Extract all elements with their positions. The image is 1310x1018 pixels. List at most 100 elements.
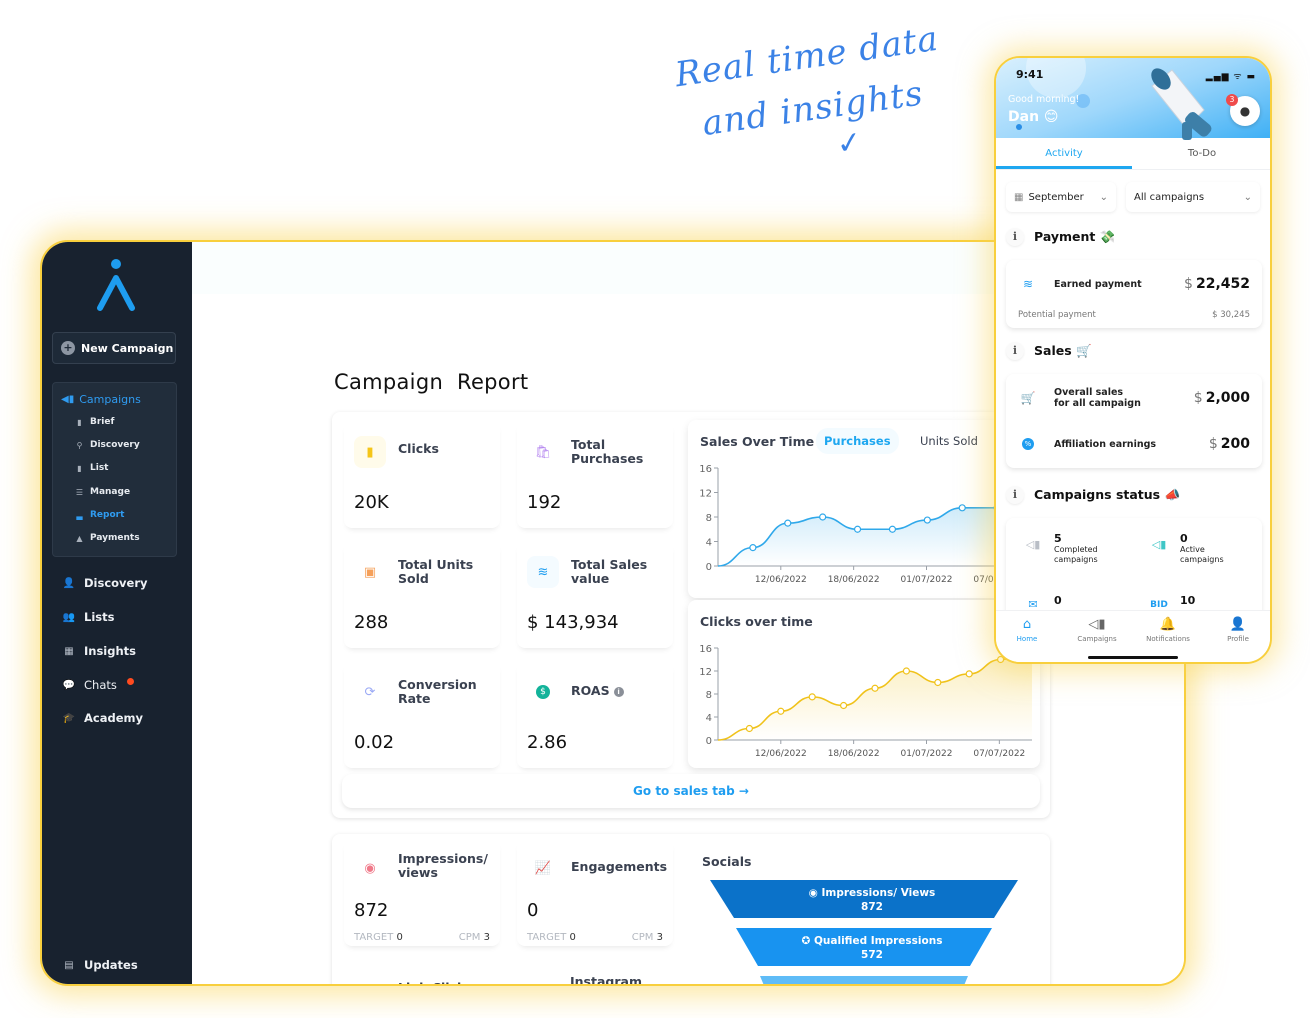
info-icon[interactable]: i: [613, 687, 624, 697]
cpm-readout: CPM 3: [459, 932, 490, 943]
nav-campaigns[interactable]: ◁▮ Campaigns: [1062, 617, 1132, 643]
check-mark-icon: ✓: [834, 124, 865, 163]
kpi-value: 0.02: [354, 732, 395, 753]
chart-icon: ▦: [64, 645, 74, 657]
sidebar-item-discovery[interactable]: 👤 Discovery: [62, 576, 148, 590]
notification-dot: [126, 677, 134, 685]
nav-notifications[interactable]: 🔔 Notifications: [1133, 617, 1203, 643]
status-label: Completed: [1054, 545, 1098, 554]
mobile-app-mockup: 9:41 ▂▄▆ ᯤ ▬ Good morning! Dan 😊 ● 3 Act…: [994, 56, 1272, 664]
subitem-label: Discovery: [90, 440, 140, 450]
sidebar-subitem-manage[interactable]: ☰ Manage: [75, 487, 130, 497]
roas-label: ROAS: [571, 683, 610, 698]
sidebar-item-campaigns[interactable]: ◀▮ Campaigns: [61, 393, 141, 406]
stage-label: Qualified Impressions: [814, 935, 943, 947]
chat-icon: 💬: [62, 679, 76, 691]
kpi-label-link-clicks: Link Clicks: [398, 980, 473, 984]
list-doc-icon: ▮: [77, 463, 82, 473]
stage-label: Impressions/ Views: [821, 887, 936, 899]
data-point: [923, 516, 931, 524]
tab-purchases[interactable]: Purchases: [816, 428, 899, 454]
info-icon[interactable]: i: [1006, 342, 1024, 360]
status-value: 5: [1054, 532, 1062, 545]
nav-label: Discovery: [84, 576, 148, 590]
user-search-icon: 👤: [62, 577, 76, 589]
kpi-label-instagram: Instagram: [570, 974, 642, 986]
y-tick-label: 12: [699, 667, 712, 678]
section-title: Payment 💸: [1034, 229, 1116, 244]
x-tick-label: 12/06/2022: [755, 749, 807, 759]
nav-label: Lists: [84, 610, 115, 624]
funnel-label-qualified: ✪ Qualified Impressions 572: [702, 934, 1042, 962]
kpi-card-engagements: 📈 Engagements 0 TARGET 0 CPM 3: [517, 838, 673, 946]
bids-status: BID 10: [1148, 594, 1195, 610]
kpi-label: Conversion Rate: [398, 677, 477, 706]
kpi-value: 192: [527, 492, 562, 513]
data-point: [840, 701, 848, 710]
data-point: [749, 544, 757, 552]
info-icon[interactable]: i: [1006, 486, 1024, 504]
amount: 22,452: [1195, 276, 1250, 292]
campaign-value: All campaigns: [1134, 191, 1205, 203]
box-icon: ▣: [363, 564, 377, 580]
target-value: 0: [569, 932, 576, 943]
status-value: 10: [1180, 594, 1196, 607]
series-area: [718, 495, 1032, 566]
sidebar-subitem-list[interactable]: ▮ List: [75, 463, 108, 473]
sidebar-subitem-brief[interactable]: ▮ Brief: [75, 417, 114, 427]
sidebar-subitem-discovery[interactable]: ⚲ Discovery: [75, 440, 140, 450]
kpi-card-sales-value: ≋ Total Sales value $ 143,934: [517, 540, 673, 648]
target-label: TARGET: [354, 932, 394, 943]
target-label: TARGET: [527, 932, 567, 943]
nav-label: Academy: [84, 711, 143, 725]
kpi-value: 288: [354, 612, 389, 633]
y-tick-label: 12: [699, 489, 712, 500]
nav-home[interactable]: ⌂ Home: [996, 617, 1062, 643]
target-value: 0: [396, 932, 403, 943]
data-point: [965, 670, 973, 678]
sidebar-item-lists[interactable]: 👥 Lists: [62, 610, 115, 624]
campaign-select[interactable]: All campaigns ⌄: [1126, 182, 1260, 212]
sidebar-item-chats[interactable]: 💬 Chats: [62, 677, 134, 692]
sidebar-item-insights[interactable]: ▦ Insights: [62, 644, 136, 658]
tab-units-sold[interactable]: Units Sold: [920, 434, 978, 448]
stage-value: 872: [861, 901, 883, 913]
subitem-label: Report: [90, 510, 125, 520]
sidebar-item-academy[interactable]: 🎓 Academy: [62, 711, 143, 725]
kpi-card-total-purchases: 🛍 Total Purchases 192: [517, 420, 673, 528]
go-to-sales-tab-link[interactable]: Go to sales tab →: [342, 774, 1040, 808]
report-panel: ▮ Clicks 20K 🛍 Total Purchases 192 ▣ Tot…: [332, 412, 1050, 818]
nav-label: Updates: [84, 958, 138, 972]
nav-profile[interactable]: 👤 Profile: [1203, 617, 1270, 643]
data-point: [888, 525, 897, 533]
sales-card: 🛒 Overall sales for all campaign $2,000 %…: [1006, 374, 1262, 468]
y-tick-label: 4: [706, 713, 712, 724]
affiliation-row: % Affiliation earnings $200: [1016, 432, 1250, 456]
phone-header: 9:41 ▂▄▆ ᯤ ▬ Good morning! Dan 😊 ● 3: [996, 58, 1270, 140]
tab-todo[interactable]: To-Do: [1134, 148, 1270, 159]
newspaper-icon: ▤: [64, 959, 74, 971]
kpi-label: Engagements: [571, 859, 668, 874]
sidebar-subitem-report[interactable]: ▃ Report: [75, 510, 124, 520]
y-tick-label: 0: [706, 562, 712, 573]
x-tick-label: 12/06/2022: [755, 575, 807, 585]
sidebar-item-updates[interactable]: ▤ Updates: [62, 958, 138, 972]
sidebar-subitem-payments[interactable]: ▲ Payments: [75, 533, 140, 543]
chat-button[interactable]: ● 3: [1226, 94, 1260, 126]
megaphone-icon: ◁▮: [1151, 538, 1167, 551]
campaigns-label: Campaigns: [79, 393, 141, 406]
y-tick-label: 16: [699, 644, 712, 655]
tab-activity[interactable]: Activity: [996, 148, 1132, 159]
month-select[interactable]: ▦ September ⌄: [1006, 182, 1116, 212]
kpi-value: 872: [354, 900, 389, 921]
new-campaign-button[interactable]: + New Campaign: [52, 332, 176, 364]
month-value: September: [1028, 191, 1084, 203]
status-value: 0: [1180, 532, 1188, 545]
active-tab-indicator: [996, 166, 1132, 169]
status-label: campaigns: [1054, 555, 1098, 564]
kpi-label: Total Units Sold: [398, 557, 474, 586]
greeting: Good morning!: [1008, 94, 1080, 105]
info-icon[interactable]: i: [1006, 228, 1024, 246]
section-title: Campaigns status 📣: [1034, 487, 1181, 502]
subitem-label: Payments: [90, 533, 140, 543]
